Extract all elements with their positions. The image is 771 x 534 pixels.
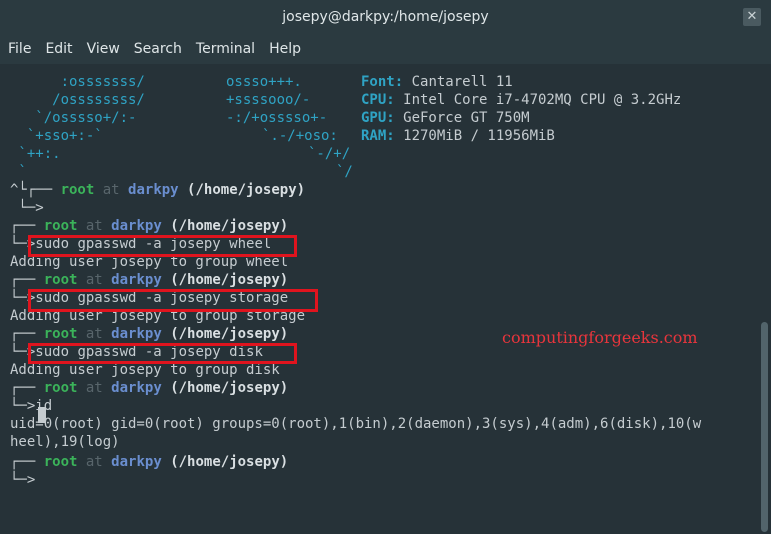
prompt-line: ^└┌── root at darkpy (/home/josepy): [10, 182, 306, 198]
text-cursor: [38, 407, 46, 423]
menu-view[interactable]: View: [87, 41, 120, 57]
logo-line: `/: [336, 164, 353, 180]
command-output: uid=0(root) gid=0(root) groups=0(root),1…: [10, 416, 702, 432]
close-button[interactable]: ✕: [743, 8, 761, 26]
logo-line: `: [10, 164, 27, 180]
prompt-line: ┌── root at darkpy (/home/josepy): [10, 454, 289, 470]
prompt-line: ┌── root at darkpy (/home/josepy): [10, 380, 289, 396]
menubar: File Edit View Search Terminal Help: [0, 34, 771, 64]
logo-line: +ssssooo/-: [226, 92, 311, 108]
prompt-line: ┌── root at darkpy (/home/josepy): [10, 218, 289, 234]
highlight-box: [28, 343, 297, 364]
command-line: └─>: [10, 472, 36, 488]
logo-line: :osssssss/: [10, 74, 145, 90]
sysinfo-gpu: GPU: GeForce GT 750M: [361, 110, 530, 126]
menu-terminal[interactable]: Terminal: [196, 41, 255, 57]
logo-line: `+sso+:-`: [10, 128, 103, 144]
menu-help[interactable]: Help: [269, 41, 301, 57]
sysinfo-ram: RAM: 1270MiB / 11956MiB: [361, 128, 555, 144]
scrollbar-thumb[interactable]: [761, 322, 768, 532]
watermark-text: computingforgeeks.com: [502, 328, 698, 347]
sysinfo-cpu: CPU: Intel Core i7-4702MQ CPU @ 3.2GHz: [361, 92, 682, 108]
prompt-line: ┌── root at darkpy (/home/josepy): [10, 326, 289, 342]
logo-line: ossso+++.: [226, 74, 302, 90]
terminal-area[interactable]: :osssssss/ /ossssssss/ `/osssso+/:- `+ss…: [0, 64, 758, 534]
window-title: josepy@darkpy:/home/josepy: [282, 9, 489, 25]
menu-file[interactable]: File: [8, 41, 31, 57]
logo-line: `/osssso+/:-: [10, 110, 137, 126]
sysinfo-font: Font: Cantarell 11: [361, 74, 513, 90]
highlight-box: [28, 235, 297, 257]
highlight-box: [28, 289, 318, 312]
logo-line: `-/+/: [308, 146, 351, 162]
logo-line: `++:.: [10, 146, 61, 162]
logo-line: -:/+osssso+-: [226, 110, 328, 126]
logo-line: /ossssssss/: [10, 92, 145, 108]
window-titlebar: josepy@darkpy:/home/josepy ✕: [0, 0, 771, 34]
prompt-line: ┌── root at darkpy (/home/josepy): [10, 272, 289, 288]
prompt-arrow: └─>: [10, 200, 44, 216]
scrollbar[interactable]: [758, 64, 771, 534]
menu-search[interactable]: Search: [134, 41, 182, 57]
command-output: heel),19(log): [10, 434, 120, 450]
menu-edit[interactable]: Edit: [45, 41, 72, 57]
logo-line: `.-/+oso:: [262, 128, 338, 144]
